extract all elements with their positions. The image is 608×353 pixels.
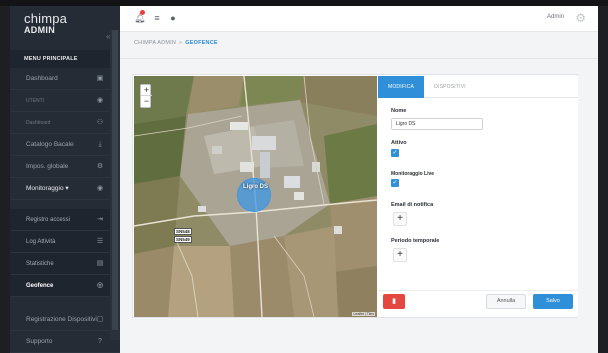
live-monitoring-label: Monitoraggio Live bbox=[391, 171, 435, 177]
sidebar-item-utenti[interactable]: UTENTI ◉ bbox=[10, 90, 120, 112]
save-button[interactable]: Salvo bbox=[533, 294, 573, 309]
sidebar-item-supporto[interactable]: Supporto ? bbox=[10, 331, 120, 353]
eye-icon: ◉ bbox=[96, 97, 104, 104]
add-email-button[interactable]: + bbox=[393, 212, 407, 226]
divider bbox=[120, 58, 598, 59]
dashboard-icon: ▣ bbox=[96, 75, 104, 82]
target-icon: ◎ bbox=[96, 282, 104, 289]
sidebar-item-label: Catalogo Bacale bbox=[26, 141, 74, 148]
sidebar-item-registro-accessi[interactable]: Registro accessi ⇥ bbox=[10, 209, 120, 231]
geofence-label: Ligro DS bbox=[243, 184, 268, 190]
map-attribution[interactable]: Leaflet | Tiles bbox=[352, 312, 375, 316]
user-name[interactable]: Admin bbox=[547, 14, 564, 20]
logo-line1: chimpa bbox=[24, 11, 68, 26]
globe-icon[interactable]: ● bbox=[168, 13, 178, 23]
sidebar-item-label: Dashboard bbox=[26, 75, 58, 82]
login-icon: ⇥ bbox=[97, 216, 103, 223]
notification-badge bbox=[140, 10, 145, 15]
help-icon: ? bbox=[98, 338, 102, 345]
download-icon: ⤓ bbox=[98, 141, 102, 148]
breadcrumb: CHIMPA ADMIN» GEOFENCE bbox=[134, 40, 218, 46]
breadcrumb-root[interactable]: CHIMPA ADMIN bbox=[134, 40, 176, 46]
sidebar-item-label: Registro accessi bbox=[26, 217, 71, 223]
cancel-button[interactable]: Annulla bbox=[486, 294, 526, 309]
tab-dispositivi[interactable]: DISPOSITIVI bbox=[428, 76, 472, 98]
screen-edge bbox=[598, 6, 608, 353]
sidebar-item-dashboard[interactable]: Dashboard ▣ bbox=[10, 68, 120, 90]
sidebar-item-monitoraggio[interactable]: Monitoraggio ▾ ◉ bbox=[10, 178, 120, 200]
app-logo[interactable]: chimpa ADMIN bbox=[24, 12, 67, 35]
trash-icon: ▮ bbox=[392, 298, 396, 305]
eye-icon: ◉ bbox=[96, 185, 104, 192]
zoom-control: + − bbox=[140, 84, 152, 108]
sidebar-item-registrazione[interactable]: Registrazione Dispositivi ▢ bbox=[10, 309, 120, 331]
map-view[interactable]: + − Ligro DS SN548 SN549 Leaflet | Tiles bbox=[134, 76, 377, 317]
name-input[interactable]: Ligro DS bbox=[391, 118, 483, 130]
list-icon: ☰ bbox=[96, 238, 104, 245]
tab-bar: MODIFICA DISPOSITIVI bbox=[378, 76, 578, 98]
users-icon: ⚇ bbox=[96, 119, 104, 126]
geofence-form: MODIFICA DISPOSITIVI Nome Ligro DS Attiv… bbox=[378, 76, 578, 317]
list-icon[interactable]: ≡ bbox=[152, 13, 162, 23]
sidebar-item-label: Registrazione Dispositivi bbox=[26, 316, 97, 323]
chart-icon: ▤ bbox=[96, 260, 104, 267]
tab-modifica[interactable]: MODIFICA bbox=[378, 76, 424, 98]
breadcrumb-current: GEOFENCE bbox=[185, 40, 218, 46]
logo-line2: ADMIN bbox=[24, 25, 55, 35]
gear-icon[interactable]: ⚙ bbox=[575, 11, 586, 25]
active-label: Attivo bbox=[391, 140, 407, 146]
delete-button[interactable]: ▮ bbox=[383, 294, 405, 309]
sidebar-item-label: Monitoraggio ▾ bbox=[26, 185, 69, 192]
topbar: 🔔︎ ≡ ● Admin ⚙ bbox=[120, 6, 598, 32]
device-icon: ▢ bbox=[96, 316, 104, 323]
sidebar-item-label: Supporto bbox=[26, 338, 53, 345]
sidebar-item-label: Log Attività bbox=[26, 239, 56, 245]
geofence-card: + − Ligro DS SN548 SN549 Leaflet | Tiles… bbox=[132, 74, 578, 318]
sidebar-item-log-attivita[interactable]: Log Attività ☰ bbox=[10, 231, 120, 253]
zoom-out-button[interactable]: − bbox=[141, 96, 152, 107]
settings-icon: ⚙ bbox=[96, 163, 104, 170]
time-period-label: Periodo temporale bbox=[391, 238, 440, 244]
sidebar-item-catalogo[interactable]: Catalogo Bacale ⤓ bbox=[10, 134, 120, 156]
road-label: SN549 bbox=[174, 236, 192, 243]
sidebar-item-label: Impos. globale bbox=[26, 163, 69, 170]
active-checkbox[interactable]: ✓ bbox=[391, 149, 399, 157]
add-period-button[interactable]: + bbox=[393, 248, 407, 262]
sidebar-item-label: Statistiche bbox=[26, 261, 54, 267]
sidebar-item-label: Geofence bbox=[26, 283, 54, 289]
name-label: Nome bbox=[391, 108, 407, 114]
scrollbar-thumb[interactable] bbox=[112, 30, 118, 330]
content-bottom bbox=[120, 345, 598, 353]
road-label: SN548 bbox=[174, 228, 192, 235]
sidebar-item-geofence[interactable]: Geofence ◎ bbox=[10, 275, 120, 297]
breadcrumb-separator: » bbox=[179, 40, 183, 46]
sidebar-item-statistiche[interactable]: Statistiche ▤ bbox=[10, 253, 120, 275]
live-monitoring-checkbox[interactable]: ✓ bbox=[391, 179, 399, 187]
sidebar-item-impostazioni[interactable]: Impos. globale ⚙ bbox=[10, 156, 120, 178]
sidebar-scrollbar[interactable] bbox=[110, 30, 120, 340]
zoom-in-button[interactable]: + bbox=[141, 85, 152, 96]
main-content: CHIMPA ADMIN» GEOFENCE + − Ligro DS SN54… bbox=[120, 32, 598, 353]
divider bbox=[378, 290, 578, 291]
email-notification-label: Email di notifica bbox=[391, 202, 434, 208]
sidebar: chimpa ADMIN « MENU PRINCIPALE Dashboard… bbox=[10, 6, 120, 353]
sidebar-item-label: Dashboard bbox=[26, 120, 51, 126]
sidebar-item-dashboard-2[interactable]: Dashboard ⚇ bbox=[10, 112, 120, 134]
menu-header: MENU PRINCIPALE bbox=[10, 50, 120, 68]
sidebar-item-label: UTENTI bbox=[26, 98, 45, 104]
